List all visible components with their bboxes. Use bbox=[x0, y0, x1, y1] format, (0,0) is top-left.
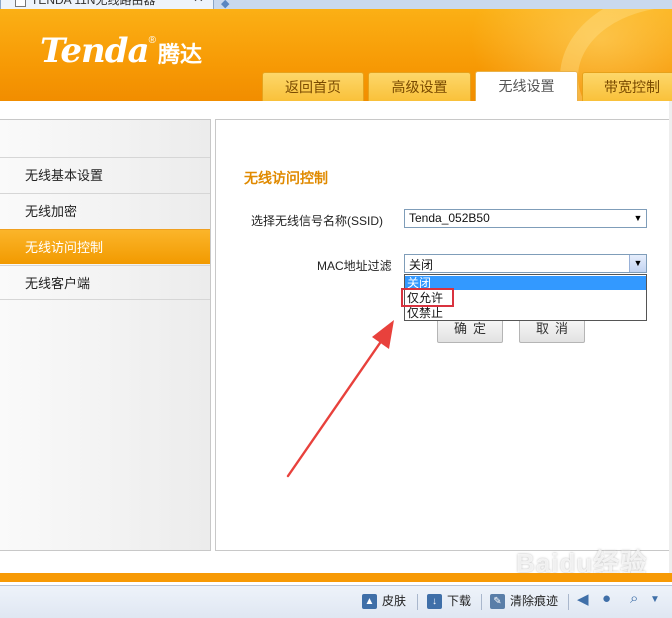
users-icon[interactable]: ● bbox=[602, 590, 611, 607]
skin-button[interactable]: ▲ 皮肤 bbox=[362, 592, 407, 610]
shirt-icon: ▲ bbox=[362, 594, 377, 610]
chevron-down-icon[interactable]: ▼ bbox=[650, 594, 660, 605]
download-icon: ↓ bbox=[427, 594, 442, 610]
annotation-arrow bbox=[286, 320, 394, 478]
zoom-icon[interactable]: ⌕ bbox=[630, 590, 638, 607]
download-button[interactable]: ↓ 下载 bbox=[427, 592, 472, 610]
footer-bar bbox=[0, 573, 672, 582]
browser-statusbar: ▲ 皮肤 ↓ 下载 ✎ 清除痕迹 ◀ ● ⌕ ▼ bbox=[0, 585, 672, 618]
broom-icon: ✎ bbox=[490, 594, 505, 610]
skin-label: 皮肤 bbox=[382, 594, 407, 608]
statusbar-divider bbox=[568, 594, 569, 610]
clear-trace-label: 清除痕迹 bbox=[510, 594, 559, 608]
download-label: 下载 bbox=[447, 594, 472, 608]
clear-trace-button[interactable]: ✎ 清除痕迹 bbox=[490, 592, 559, 610]
speaker-icon[interactable]: ◀ bbox=[577, 590, 589, 608]
statusbar-divider bbox=[417, 594, 418, 610]
statusbar-divider bbox=[481, 594, 482, 610]
